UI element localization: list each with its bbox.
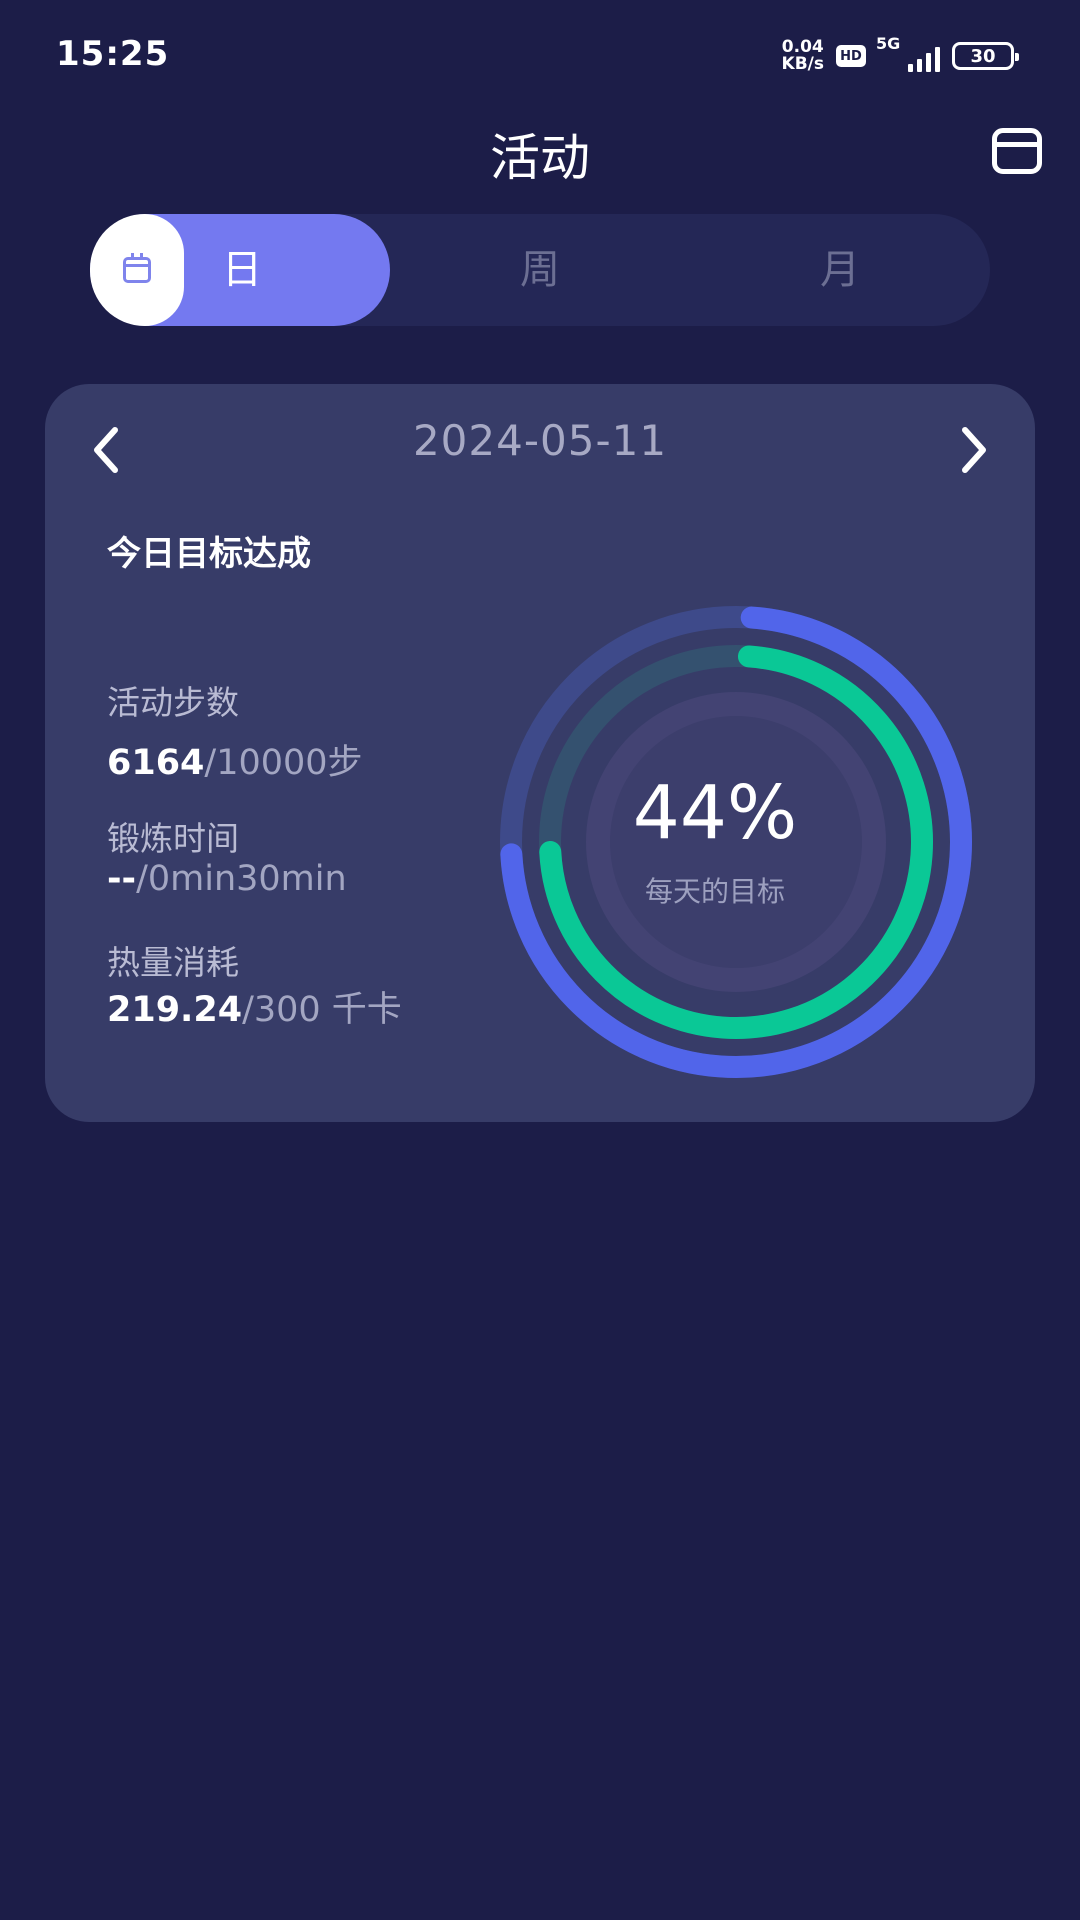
next-date-button[interactable]	[955, 420, 995, 480]
status-time: 15:25	[56, 34, 170, 74]
exercise-value: --/0min30min	[107, 859, 347, 899]
ring-percent: 44%	[632, 770, 798, 856]
page-title: 活动	[490, 129, 590, 187]
network-speed-unit: KB/s	[781, 54, 824, 74]
calories-value: 219.24/300 千卡	[107, 981, 402, 1032]
steps-current: 6164	[107, 743, 205, 783]
calories-target: /300 千卡	[242, 990, 402, 1030]
network-speed: 0.04 KB/s	[782, 39, 824, 73]
goal-title: 今日目标达成	[107, 534, 311, 574]
battery-level: 30	[970, 45, 996, 67]
exercise-label: 锻炼时间	[107, 819, 239, 858]
ring-caption: 每天的目标	[644, 875, 785, 908]
steps-value: 6164/10000步	[107, 734, 363, 785]
date-label: 2024-05-11	[412, 416, 668, 465]
signal-bars	[908, 44, 940, 72]
hd-badge: HD	[836, 45, 866, 67]
exercise-current: --	[107, 859, 137, 899]
activity-card: 2024-05-11 今日目标达成 活动步数 6164/10000步 锻炼时间 …	[45, 384, 1035, 1122]
tab-month[interactable]: 月	[820, 214, 860, 326]
period-tabs: 日 周 月	[90, 214, 990, 326]
signal-icon: 5G	[876, 34, 940, 72]
battery-icon: 30	[952, 42, 1019, 70]
steps-label: 活动步数	[107, 683, 239, 722]
ring-center: 44% 每天的目标	[445, 602, 985, 1092]
calendar-icon[interactable]	[992, 128, 1042, 174]
tab-week[interactable]: 周	[520, 214, 560, 326]
calendar-small-icon	[123, 253, 151, 283]
steps-target: /10000步	[204, 743, 363, 783]
status-indicators: 0.04 KB/s HD 5G 30	[782, 34, 1019, 76]
tab-day-label[interactable]: 日	[222, 214, 262, 326]
goal-ring-chart: 44% 每天的目标	[445, 602, 985, 1092]
exercise-target: /0min30min	[136, 859, 347, 899]
calories-label: 热量消耗	[107, 943, 239, 982]
tab-day-icon-container	[90, 214, 184, 326]
status-bar: 15:25 0.04 KB/s HD 5G 30	[0, 0, 1080, 110]
network-type: 5G	[876, 34, 901, 53]
calories-current: 219.24	[107, 990, 243, 1030]
chevron-right-icon	[962, 427, 986, 473]
